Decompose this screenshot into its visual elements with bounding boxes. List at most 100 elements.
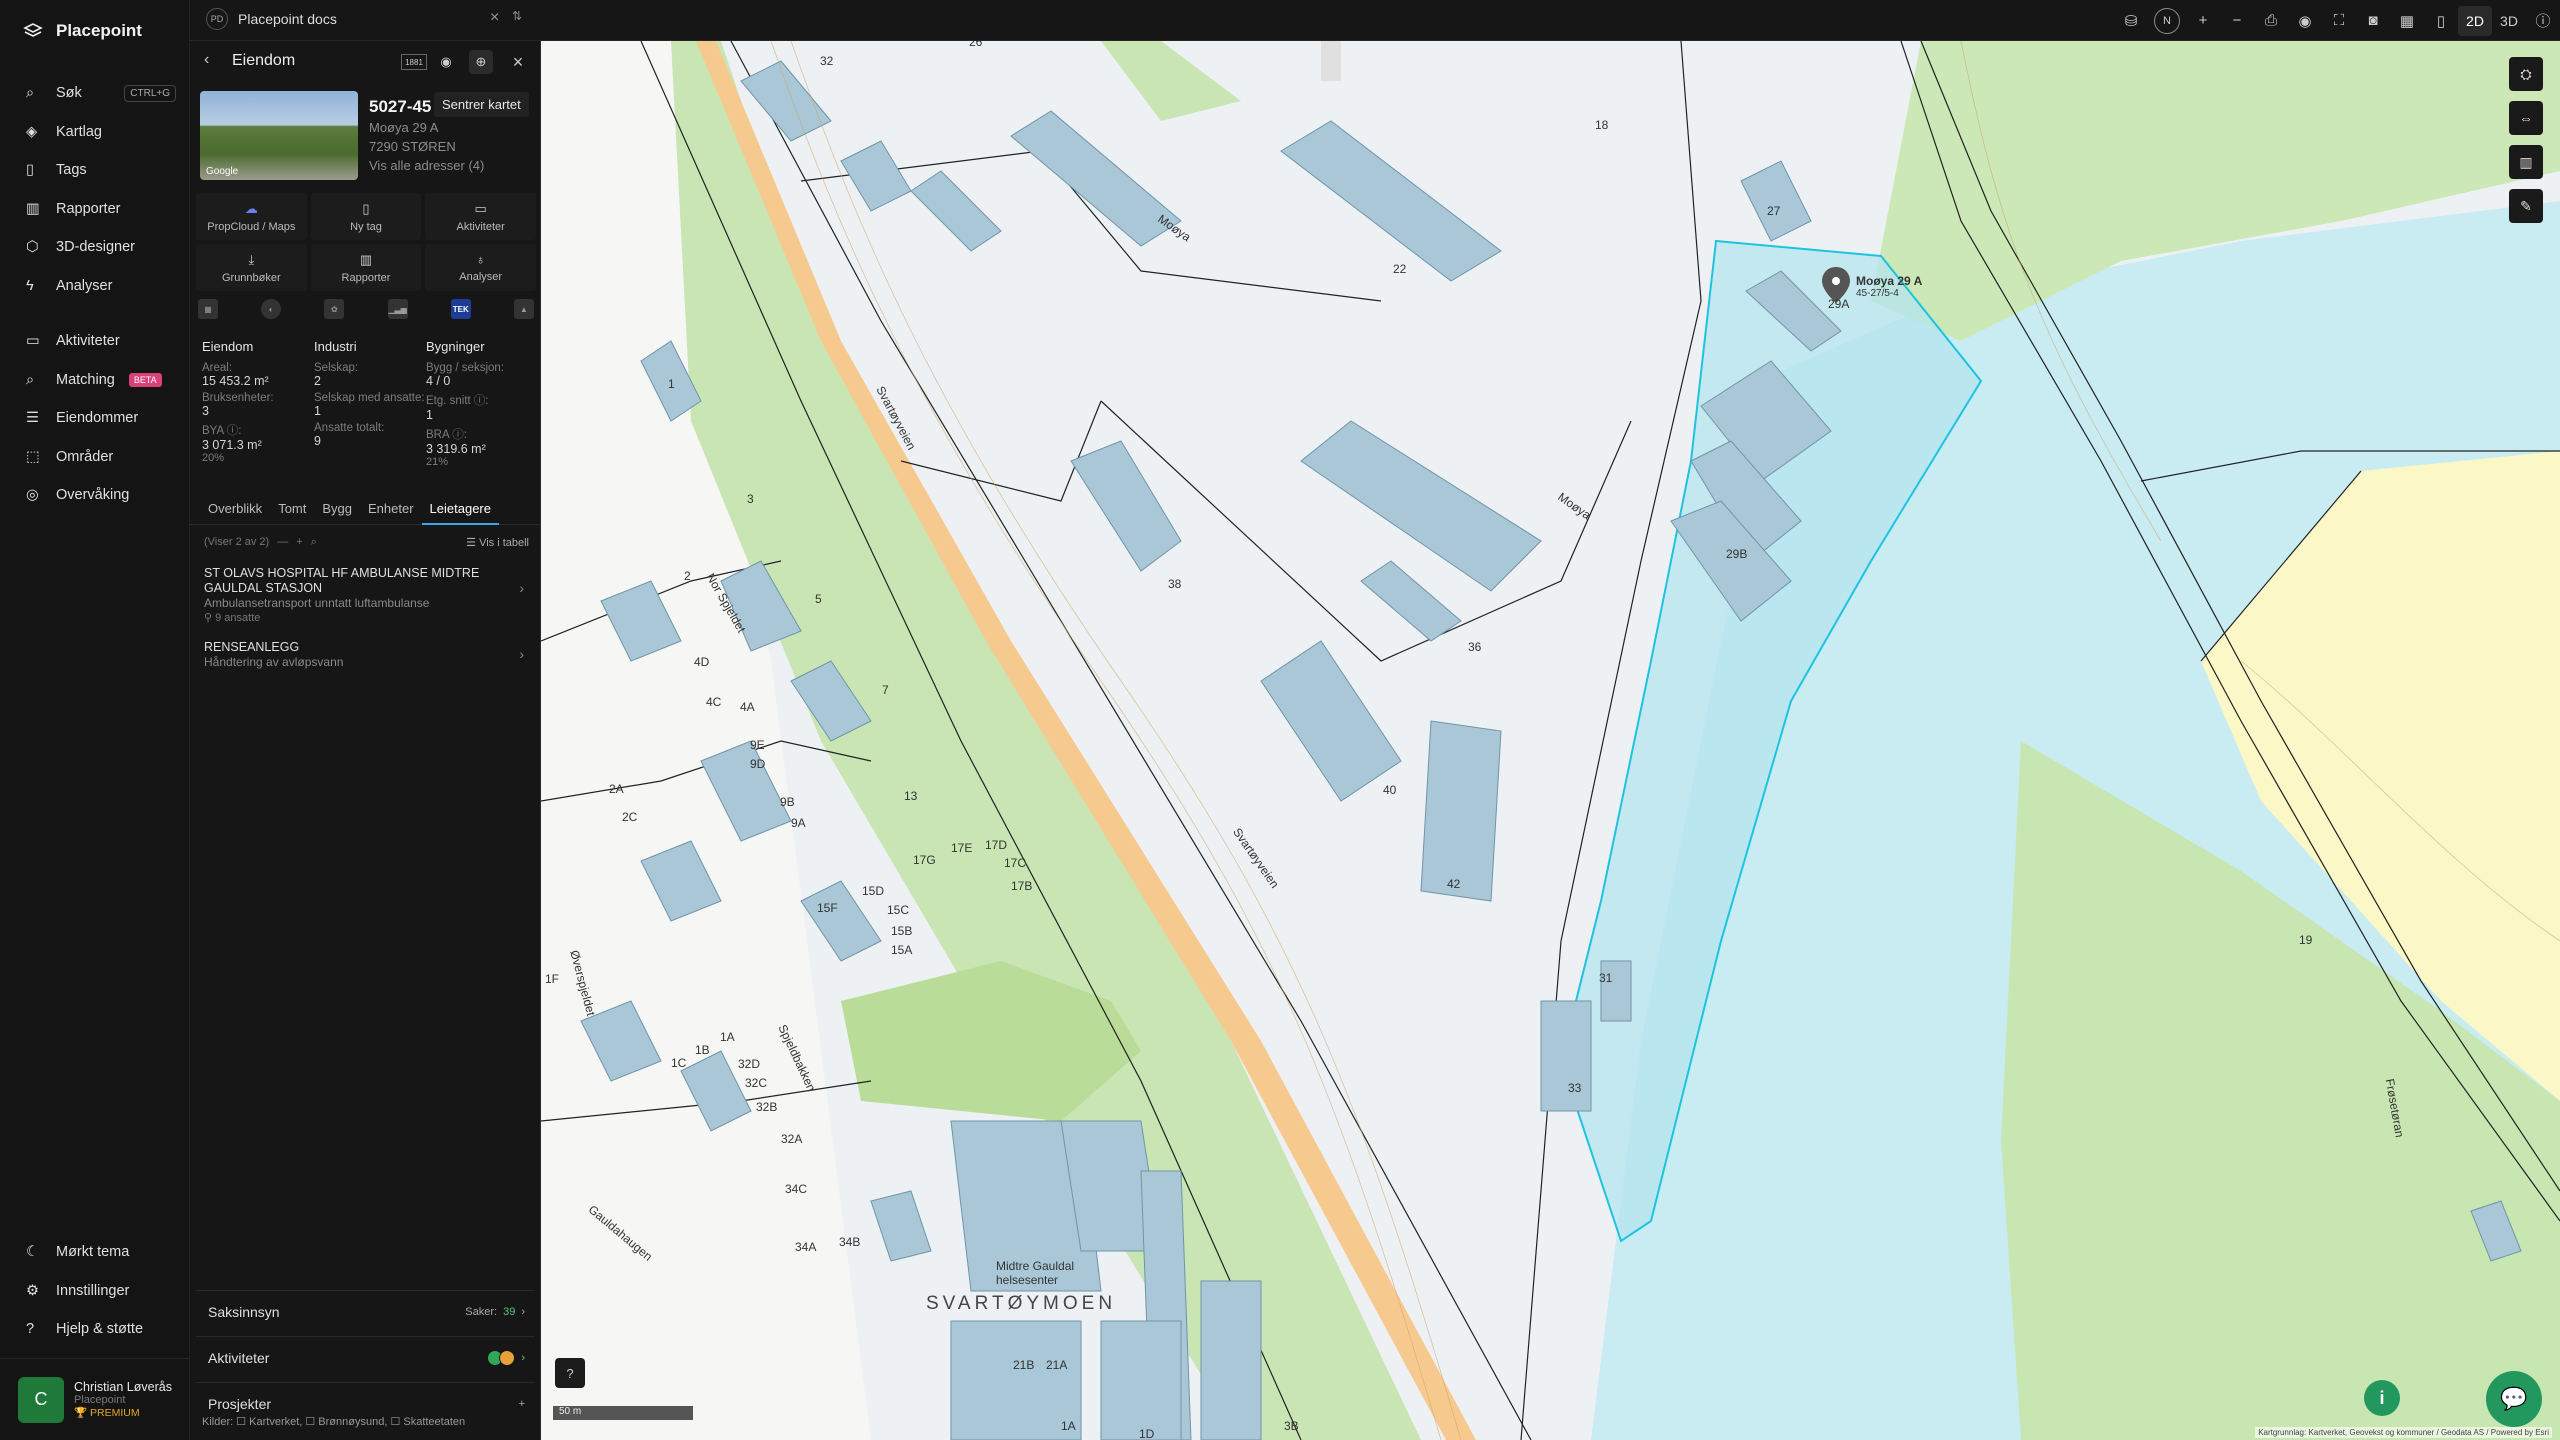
user-name: Christian Løverås xyxy=(74,1380,172,1394)
table-view-label: Vis i tabell xyxy=(479,536,529,549)
info-icon[interactable]: ⓘ xyxy=(2526,0,2560,41)
new-tag-button[interactable]: ▯ Ny tag xyxy=(310,193,422,240)
close-icon[interactable]: × xyxy=(490,9,499,27)
chat-button[interactable]: 💬 xyxy=(2486,1371,2542,1427)
plant-icon[interactable]: ✿ xyxy=(324,299,345,319)
tab-bygg[interactable]: Bygg xyxy=(314,498,360,525)
center-map-icon[interactable]: ⊕ xyxy=(469,50,493,74)
activities-button[interactable]: ▭ Aktiviteter xyxy=(425,193,536,240)
minus-icon[interactable]: — xyxy=(277,536,288,548)
plus-icon[interactable]: + xyxy=(296,536,302,548)
chart-icon[interactable]: ▥ xyxy=(2509,145,2543,179)
house-number: 15D xyxy=(862,884,885,898)
grunnboker-button[interactable]: ⤓ Grunnbøker xyxy=(196,244,307,291)
action-label: Analyser xyxy=(459,271,503,283)
mode-2d-button[interactable]: 2D xyxy=(2458,5,2492,36)
section-saksinnsyn[interactable]: Saksinnsyn Saker: 39 › xyxy=(196,1290,535,1332)
house-number: 17D xyxy=(985,838,1008,852)
nav-item-3d-designer[interactable]: ⬡ 3D-designer xyxy=(0,228,190,267)
nav-item-rapporter[interactable]: ▥ Rapporter xyxy=(0,190,190,229)
list-item[interactable]: RENSEANLEGG Håndtering av avløpsvann › xyxy=(204,640,524,670)
stats-industri: Industri Selskap: 2 Selskap med ansatte:… xyxy=(314,339,426,468)
stats-eiendom: Eiendom Areal: 15 453.2 m² Bruksenheter:… xyxy=(202,339,314,468)
eye-icon[interactable]: ◉ xyxy=(2288,0,2322,41)
section-aktiviteter[interactable]: Aktiviteter › xyxy=(196,1336,535,1378)
layer-settings-icon[interactable]: ⛭ xyxy=(2509,57,2543,91)
house-number: 1D xyxy=(1139,1427,1155,1440)
nav-item-analyser[interactable]: ϟ Analyser xyxy=(0,267,190,306)
print-icon[interactable]: ⎙ xyxy=(2254,0,2288,41)
layers-3d-icon[interactable]: ⛁ xyxy=(2114,0,2148,41)
zoom-out-icon[interactable]: − xyxy=(2220,0,2254,41)
camera-icon[interactable]: ◙ xyxy=(2356,0,2390,41)
tab-leietagere[interactable]: Leietagere xyxy=(421,498,499,525)
user-card[interactable]: C Christian Løverås Placepoint 🏆 PREMIUM xyxy=(0,1358,190,1440)
house-number: 4A xyxy=(740,700,755,714)
house-number: 9B xyxy=(780,795,795,809)
bookmark-icon[interactable]: ▯ xyxy=(2424,0,2458,41)
tek-icon[interactable]: TEK xyxy=(450,299,471,319)
search-icon[interactable]: ⌕ xyxy=(311,536,317,549)
house-number: 34A xyxy=(795,1240,817,1254)
doc-title: Placepoint docs xyxy=(238,11,337,27)
map-canvas[interactable]: Moøya Moøya Svartøyveien Svartøyveien No… xyxy=(541,41,2560,1440)
fullscreen-icon[interactable]: ⛶ xyxy=(2322,0,2356,41)
eye-icon[interactable]: ◉ xyxy=(434,50,458,74)
nav-item-help[interactable]: ? Hjelp & støtte xyxy=(0,1310,190,1349)
tooltip: Sentrer kartet xyxy=(434,92,529,117)
cloud-icon: ☁ xyxy=(244,200,258,216)
street-view-thumbnail[interactable]: Google xyxy=(200,91,358,180)
tenant-industry: Håndtering av avløpsvann xyxy=(204,655,344,669)
brand[interactable]: Placepoint xyxy=(22,20,142,42)
warning-icon[interactable]: ▲ xyxy=(513,299,534,319)
avatar xyxy=(499,1349,516,1366)
nav-item-eiendommer[interactable]: ☰ Eiendommer xyxy=(0,399,190,438)
nav-item-kartlag[interactable]: ◈ Kartlag xyxy=(0,113,190,152)
top-bar: PD Placepoint docs × ⇅ ⛁ N + − ⎙ ◉ ⛶ ◙ ▦… xyxy=(190,0,2560,41)
analyze-button[interactable]: ♁ Analyser xyxy=(425,244,536,291)
back-arrow-icon[interactable]: ‹ xyxy=(204,51,209,69)
nav-main: ⌕ Søk CTRL+G ◈ Kartlag ▯ Tags ▥ Rapporter ⬡ 3D… xyxy=(0,74,190,515)
table-view-button[interactable]: ☰ Vis i tabell xyxy=(466,536,529,549)
house-number: 19 xyxy=(2299,933,2313,947)
globe-icon[interactable]: ◐ xyxy=(261,299,282,319)
list-item[interactable]: ST OLAVS HOSPITAL HF AMBULANSE MIDTRE GA… xyxy=(204,566,524,624)
house-number: 36 xyxy=(1468,640,1482,654)
info-button[interactable]: i xyxy=(2364,1380,2400,1416)
saker-count: 39 xyxy=(503,1305,516,1318)
cube-icon: ⬡ xyxy=(26,239,39,256)
nav-item-overvaking[interactable]: ◎ Overvåking xyxy=(0,476,190,515)
help-icon[interactable]: ? xyxy=(555,1358,585,1388)
house-number: 17E xyxy=(951,841,973,855)
nav-item-matching[interactable]: ⌕ Matching BETA xyxy=(0,361,190,400)
nav-item-dark-theme[interactable]: ☾ Mørkt tema xyxy=(0,1233,190,1272)
mode-3d-button[interactable]: 3D xyxy=(2492,0,2526,41)
nav-label: Overvåking xyxy=(56,487,130,504)
nav-item-tags[interactable]: ▯ Tags xyxy=(0,151,190,190)
source-icon-1[interactable]: ▦ xyxy=(198,299,218,319)
nav-item-aktiviteter[interactable]: ▭ Aktiviteter xyxy=(0,322,190,361)
propcloud-button[interactable]: ☁ PropCloud / Maps xyxy=(196,193,307,240)
measure-icon[interactable]: ⇔ xyxy=(2509,101,2543,135)
compass-icon[interactable]: N xyxy=(2154,7,2180,34)
tab-tomt[interactable]: Tomt xyxy=(270,498,314,525)
badge-1881-button[interactable]: 1881 xyxy=(401,54,427,70)
bar-chart-icon[interactable]: ▁▃▅ xyxy=(387,299,408,319)
action-label: Ny tag xyxy=(350,220,382,233)
nav-item-omrader[interactable]: ⬚ Områder xyxy=(0,438,190,477)
close-icon[interactable]: × xyxy=(506,50,530,74)
doc-tab[interactable]: PD Placepoint docs xyxy=(206,8,337,30)
property-map-label: Moøya 29 A xyxy=(1856,274,1923,288)
tab-overblikk[interactable]: Overblikk xyxy=(200,498,270,525)
nav-bottom: ☾ Mørkt tema ⚙ Innstillinger ? Hjelp & støt… xyxy=(0,1233,190,1349)
zoom-in-icon[interactable]: + xyxy=(2186,0,2220,41)
house-number: 1B xyxy=(695,1043,710,1057)
grid-icon[interactable]: ▦ xyxy=(2390,0,2424,41)
all-addresses-link[interactable]: Vis alle adresser (4) xyxy=(369,158,484,173)
reports-button[interactable]: ▥ Rapporter xyxy=(310,244,422,291)
sort-icon[interactable]: ⇅ xyxy=(512,9,522,23)
nav-item-search[interactable]: ⌕ Søk CTRL+G xyxy=(0,74,190,113)
draw-icon[interactable]: ✎ xyxy=(2509,189,2543,223)
tab-enheter[interactable]: Enheter xyxy=(360,498,422,525)
nav-item-settings[interactable]: ⚙ Innstillinger xyxy=(0,1272,190,1311)
